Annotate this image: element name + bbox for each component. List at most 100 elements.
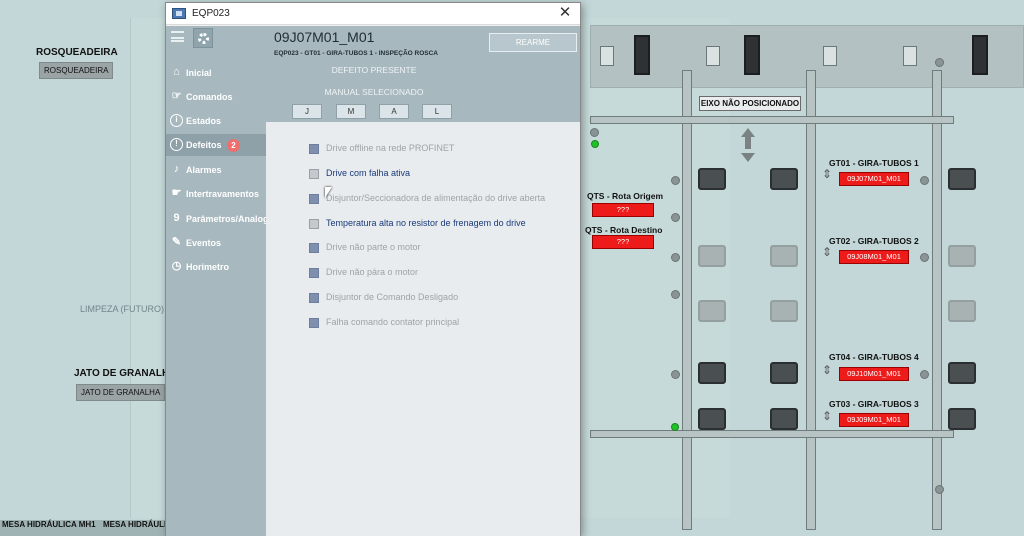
top-clamp-1 (600, 46, 614, 66)
sidebar-top (166, 26, 266, 50)
mesa-mh1-label[interactable]: MESA HIDRÁULICA MH1 (2, 520, 96, 529)
qts-destino-label: QTS - Rota Destino (585, 225, 663, 235)
sidebar-item-label: Parâmetros/Analog. (186, 214, 266, 224)
limpeza-label: LIMPEZA (FUTURO) (80, 304, 165, 314)
station-gt01-code: 09J07M01_M01 (839, 172, 909, 186)
turner-machine[interactable] (948, 362, 976, 384)
turner-machine[interactable] (770, 362, 798, 384)
turner-machine[interactable] (698, 168, 726, 190)
fault-indicator (309, 169, 319, 179)
turner-machine[interactable] (770, 168, 798, 190)
top-device-2[interactable] (744, 35, 760, 75)
fault-indicator (309, 243, 319, 253)
rearme-button[interactable]: REARME (489, 33, 577, 52)
updown-arrow-icon[interactable]: ⇕ (822, 410, 832, 422)
sensor-dot (920, 370, 929, 379)
updown-arrow-icon[interactable]: ⇕ (822, 246, 832, 258)
qts-destino-value: ??? (592, 235, 654, 249)
sensor-dot (671, 370, 680, 379)
axis-arrow-stem (745, 137, 751, 149)
turner-machine[interactable] (948, 245, 976, 267)
mode-button-m[interactable]: M (336, 104, 366, 119)
top-device-3[interactable] (972, 35, 988, 75)
turner-machine[interactable] (948, 300, 976, 322)
turner-machine[interactable] (698, 408, 726, 430)
jato-button[interactable]: JATO DE GRANALHA (76, 384, 166, 401)
sensor-dot (671, 213, 680, 222)
station-gt04-code: 09J10M01_M01 (839, 367, 909, 381)
sidebar: ⌂ Inicial ☞ Comandos i Estados ! Defeito… (166, 26, 266, 536)
station-gt03-code: 09J09M01_M01 (839, 413, 909, 427)
station-gt02-label: GT02 - GIRA-TUBOS 2 (829, 236, 919, 246)
fault-indicator (309, 318, 319, 328)
qts-origem-label: QTS - Rota Origem (587, 191, 664, 201)
turner-machine[interactable] (948, 408, 976, 430)
sidebar-item-eventos[interactable]: ✎ Eventos (166, 232, 266, 254)
clock-icon: ◷ (171, 260, 182, 272)
fault-indicator (309, 268, 319, 278)
sensor-dot (671, 253, 680, 262)
sidebar-item-label: Alarmes (186, 165, 222, 175)
info-icon: i (170, 114, 183, 127)
hand-lock-icon: ☛ (171, 187, 182, 199)
equipment-header: 09J07M01_M01 EQP023 - GT01 - GIRA-TUBOS … (266, 26, 580, 122)
green-indicator-icon (591, 140, 599, 148)
rosqueadeira-button[interactable]: ROSQUEADEIRA (39, 62, 114, 79)
station-gt04-label: GT04 - GIRA-TUBOS 4 (829, 352, 919, 362)
jato-label: JATO DE GRANALHA (74, 368, 177, 379)
equipment-title: 09J07M01_M01 (274, 29, 375, 45)
sensor-dot (935, 58, 944, 67)
turner-machine[interactable] (698, 245, 726, 267)
turner-machine[interactable] (770, 245, 798, 267)
sidebar-item-label: Comandos (186, 92, 233, 102)
top-clamp-2 (706, 46, 720, 66)
green-indicator-icon (671, 423, 679, 431)
sensor-dot (935, 485, 944, 494)
fault-text: Drive com falha ativa (326, 168, 411, 178)
sidebar-item-horimetro[interactable]: ◷ Horimetro (166, 256, 266, 278)
top-clamp-4 (903, 46, 917, 66)
equipment-subtitle: EQP023 - GT01 - GIRA-TUBOS 1 - INSPEÇÃO … (274, 50, 438, 57)
hamburger-menu-icon[interactable] (171, 31, 184, 42)
mesa-mh2-label[interactable]: MESA HIDRÁULI (103, 520, 166, 529)
sidebar-item-parametros[interactable]: 9 Parâmetros/Analog. (166, 208, 266, 230)
axis-up-arrow-icon[interactable] (741, 128, 755, 137)
sensor-dot (671, 176, 680, 185)
updown-arrow-icon[interactable]: ⇕ (822, 168, 832, 180)
defeitos-count-badge: 2 (227, 139, 241, 153)
window-title: EQP023 (192, 8, 230, 19)
turner-machine[interactable] (698, 362, 726, 384)
sidebar-item-estados[interactable]: i Estados (166, 110, 266, 132)
mode-button-a[interactable]: A (379, 104, 409, 119)
sidebar-item-label: Eventos (186, 238, 222, 248)
sidebar-item-alarmes[interactable]: ♪ Alarmes (166, 159, 266, 181)
close-icon[interactable]: ✕ (556, 4, 574, 22)
turner-machine[interactable] (698, 300, 726, 322)
home-icon: ⌂ (173, 66, 180, 78)
nine-icon: 9 (173, 212, 180, 224)
status-dot (590, 128, 599, 137)
sidebar-item-label: Intertravamentos (186, 189, 260, 199)
sidebar-item-comandos[interactable]: ☞ Comandos (166, 86, 266, 108)
mode-button-j[interactable]: J (292, 104, 322, 119)
top-device-1[interactable] (634, 35, 650, 75)
mode-button-l[interactable]: L (422, 104, 452, 119)
turner-machine[interactable] (770, 408, 798, 430)
bell-icon: ♪ (173, 163, 180, 175)
status-text: DEFEITO PRESENTE (331, 65, 417, 75)
station-gt02-code: 09J08M01_M01 (839, 250, 909, 264)
updown-arrow-icon[interactable]: ⇕ (822, 364, 832, 376)
station-gt01-label: GT01 - GIRA-TUBOS 1 (829, 158, 919, 168)
rail-bottom-horizontal (590, 430, 954, 438)
sidebar-item-defeitos[interactable]: ! Defeitos 2 (166, 134, 266, 156)
axis-down-arrow-icon[interactable] (741, 153, 755, 162)
sidebar-item-intertravamentos[interactable]: ☛ Intertravamentos (166, 183, 266, 205)
settings-button[interactable] (193, 28, 213, 48)
turner-machine[interactable] (948, 168, 976, 190)
sidebar-item-inicial[interactable]: ⌂ Inicial (166, 62, 266, 84)
warning-icon: ! (170, 138, 183, 151)
turner-machine[interactable] (770, 300, 798, 322)
window-titlebar[interactable]: EQP023 ✕ (166, 3, 580, 25)
fault-text: Drive offline na rede PROFINET (326, 143, 455, 153)
rail-middle (806, 70, 816, 530)
